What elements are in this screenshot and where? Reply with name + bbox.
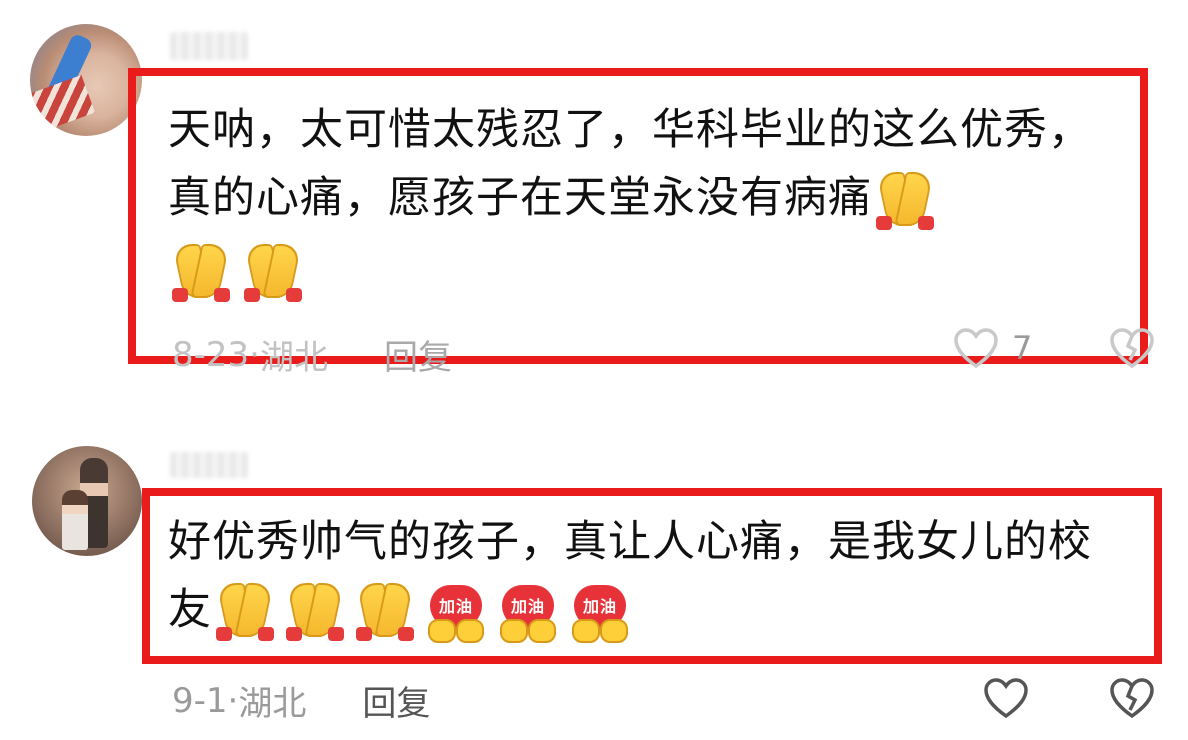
heart-icon	[954, 328, 998, 369]
dislike-button[interactable]	[1108, 676, 1156, 720]
meta-separator: ·	[249, 334, 260, 375]
reply-button[interactable]: 回复	[362, 676, 430, 725]
comment-text: 天呐，太可惜太残忍了，华科毕业的这么优秀，真的心痛，愿孩子在天堂永没有病痛	[168, 96, 1108, 232]
like-count: 7	[1012, 329, 1033, 367]
jiayou-emoji: 加油	[570, 583, 630, 643]
blurred-username[interactable]	[170, 32, 248, 60]
reply-button[interactable]: 回复	[384, 330, 452, 379]
pray-emoji	[356, 582, 414, 641]
pray-emoji	[172, 244, 230, 302]
like-button[interactable]	[982, 676, 1030, 720]
pray-emoji	[244, 244, 302, 302]
broken-heart-icon	[1110, 678, 1154, 719]
user-avatar[interactable]	[32, 446, 142, 556]
broken-heart-icon	[1110, 328, 1154, 369]
comment-location: 湖北	[259, 338, 328, 378]
pray-emoji	[216, 582, 274, 641]
like-button[interactable]: 7	[952, 326, 1032, 370]
meta-separator: ·	[227, 680, 239, 721]
comment-date: 8-23	[172, 334, 250, 375]
blurred-username[interactable]	[170, 452, 248, 478]
pray-emoji	[286, 582, 344, 641]
heart-icon	[984, 678, 1028, 719]
comment-location: 湖北	[238, 684, 307, 724]
user-avatar[interactable]	[30, 24, 142, 136]
comment-text: 好优秀帅气的孩子，真让人心痛，是我女儿的校友 加油 加油 加油	[168, 508, 1128, 644]
comment-meta: 9-1 · 湖北 回复	[172, 676, 430, 725]
emoji-row	[172, 244, 302, 302]
pray-emoji	[876, 171, 934, 230]
comment-list: 天呐，太可惜太残忍了，华科毕业的这么优秀，真的心痛，愿孩子在天堂永没有病痛 8-…	[0, 0, 1188, 740]
comment-body: 天呐，太可惜太残忍了，华科毕业的这么优秀，真的心痛，愿孩子在天堂永没有病痛	[168, 105, 1092, 223]
comment-meta: 8-23 · 湖北 回复	[172, 330, 452, 379]
comment-date: 9-1	[172, 680, 228, 721]
jiayou-emoji: 加油	[426, 583, 486, 643]
dislike-button[interactable]	[1108, 326, 1156, 370]
jiayou-emoji: 加油	[498, 583, 558, 643]
